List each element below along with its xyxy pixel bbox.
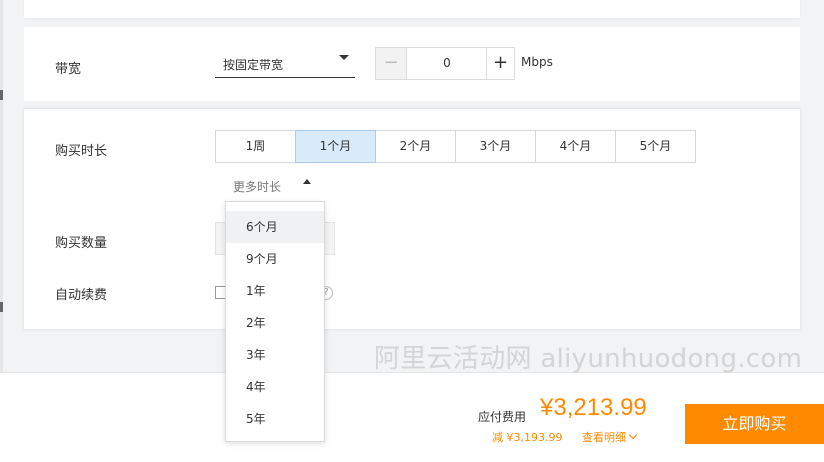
duration-dropdown: 6个月 9个月 1年 2年 3年 4年 5年 xyxy=(225,201,325,442)
discount-amount: 减 ¥3,193.99 xyxy=(492,431,563,444)
duration-label: 购买时长 xyxy=(55,144,108,159)
dropdown-item[interactable]: 5年 xyxy=(226,403,324,435)
dropdown-item[interactable]: 3年 xyxy=(226,339,324,371)
bandwidth-label: 带宽 xyxy=(55,62,82,77)
watermark: 阿里云活动网 aliyunhuodong.com xyxy=(374,344,803,374)
chevron-down-icon xyxy=(339,55,349,60)
chevron-up-icon xyxy=(303,179,311,184)
dropdown-item[interactable]: 1年 xyxy=(226,275,324,307)
view-details-link[interactable]: 查看明细 xyxy=(582,429,638,445)
more-duration-select[interactable]: 更多时长 xyxy=(225,173,325,202)
dropdown-item[interactable]: 9个月 xyxy=(226,243,324,275)
auto-renew-label: 自动续费 xyxy=(55,288,108,303)
duration-option[interactable]: 2个月 xyxy=(375,130,456,163)
minus-button[interactable]: − xyxy=(376,48,407,79)
plus-button[interactable]: + xyxy=(486,48,514,79)
more-duration-label: 更多时长 xyxy=(233,180,282,194)
duration-tabs: 1周 1个月 2个月 3个月 4个月 5个月 xyxy=(215,130,696,163)
view-details-label: 查看明细 xyxy=(582,431,626,444)
total-price: ¥3,213.99 xyxy=(540,394,647,421)
edge-tick xyxy=(0,302,3,312)
dropdown-item[interactable]: 2年 xyxy=(226,307,324,339)
duration-option[interactable]: 4个月 xyxy=(535,130,616,163)
duration-option[interactable]: 5个月 xyxy=(615,130,696,163)
dropdown-item[interactable]: 4年 xyxy=(226,371,324,403)
duration-option[interactable]: 1周 xyxy=(215,130,296,163)
edge-tick xyxy=(0,90,3,100)
dropdown-item-active[interactable]: 6个月 xyxy=(226,211,324,243)
price-label: 应付费用 xyxy=(478,410,527,424)
top-panel xyxy=(24,0,800,18)
bandwidth-unit: Mbps xyxy=(521,55,553,69)
quantity-label: 购买数量 xyxy=(55,236,108,251)
chevron-down-icon xyxy=(628,430,638,440)
bandwidth-type-value: 按固定带宽 xyxy=(223,58,284,72)
duration-option[interactable]: 3个月 xyxy=(455,130,536,163)
buy-now-button[interactable]: 立即购买 xyxy=(685,404,824,444)
bandwidth-input[interactable]: 0 xyxy=(407,48,487,79)
bandwidth-stepper: − 0 + xyxy=(375,47,515,80)
duration-option-selected[interactable]: 1个月 xyxy=(295,130,376,163)
bandwidth-type-select[interactable]: 按固定带宽 xyxy=(215,49,355,78)
